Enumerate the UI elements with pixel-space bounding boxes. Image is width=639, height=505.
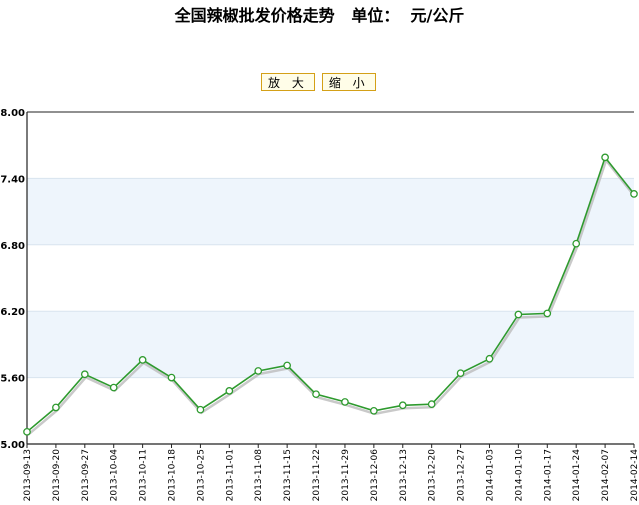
line-chart: 5.005.606.206.807.408.00 2013-09-13 2013-… [0,108,639,501]
data-point [456,369,465,378]
chart-axes [26,111,634,445]
chart-bands [27,178,634,378]
data-point [196,405,205,414]
y-tick-label: 6.20 [0,307,25,318]
data-point [514,310,523,319]
y-axis-ticks: 5.00 5.60 6.20 6.80 7.40 8.00 [0,108,25,451]
data-point [109,383,118,392]
data-point [485,354,494,363]
data-point [572,239,581,248]
x-tick-label: 2013-11-15 [283,449,293,501]
x-tick-label: 2013-12-06 [370,449,380,502]
x-tick-label: 2013-12-27 [457,449,467,501]
data-point [283,361,291,370]
x-tick-label: 2013-09-20 [52,449,62,502]
chart-grid [27,111,634,445]
x-tick-label: 2014-02-14 [630,449,639,502]
y-tick-label: 5.00 [0,440,25,451]
grid-band [27,311,634,378]
data-point [341,398,349,406]
x-tick-label: 2013-11-08 [254,449,264,502]
y-tick-label: 5.60 [0,374,25,385]
x-tick-label: 2013-12-13 [399,449,409,501]
data-point [167,373,176,382]
data-point [80,370,89,379]
y-tick-label: 6.80 [0,241,25,252]
data-point [312,390,320,399]
data-point [52,403,60,412]
x-tick-label: 2014-01-24 [572,449,582,502]
data-point [370,406,378,415]
x-tick-label: 2013-09-13 [23,449,33,501]
data-point [23,427,31,436]
x-tick-label: 2014-01-10 [514,449,524,502]
data-point [630,190,638,198]
x-tick-label: 2013-12-20 [428,449,438,502]
x-axis-ticks: 2013-09-13 2013-09-20 2013-09-27 2013-10-04… [23,444,639,501]
y-tick-label: 7.40 [0,174,25,185]
x-tick-label: 2014-01-03 [485,449,495,501]
x-tick-label: 2013-11-01 [225,449,235,501]
x-tick-label: 2013-11-29 [341,449,351,502]
x-tick-label: 2013-11-22 [312,449,322,501]
data-point [138,356,147,364]
x-tick-label: 2013-10-18 [168,449,178,502]
data-point [225,387,234,395]
x-tick-label: 2013-10-11 [139,449,149,501]
x-tick-label: 2013-09-27 [81,449,91,501]
x-tick-label: 2013-10-25 [196,449,206,501]
data-point [254,367,263,375]
data-point [543,309,552,318]
x-tick-label: 2014-02-07 [601,449,611,501]
data-point [601,153,609,162]
data-point [398,401,407,410]
x-tick-label: 2013-10-04 [110,449,120,502]
grid-band [27,178,634,245]
x-tick-label: 2014-01-17 [543,449,553,501]
data-point [427,400,436,409]
y-tick-label: 8.00 [0,108,25,119]
